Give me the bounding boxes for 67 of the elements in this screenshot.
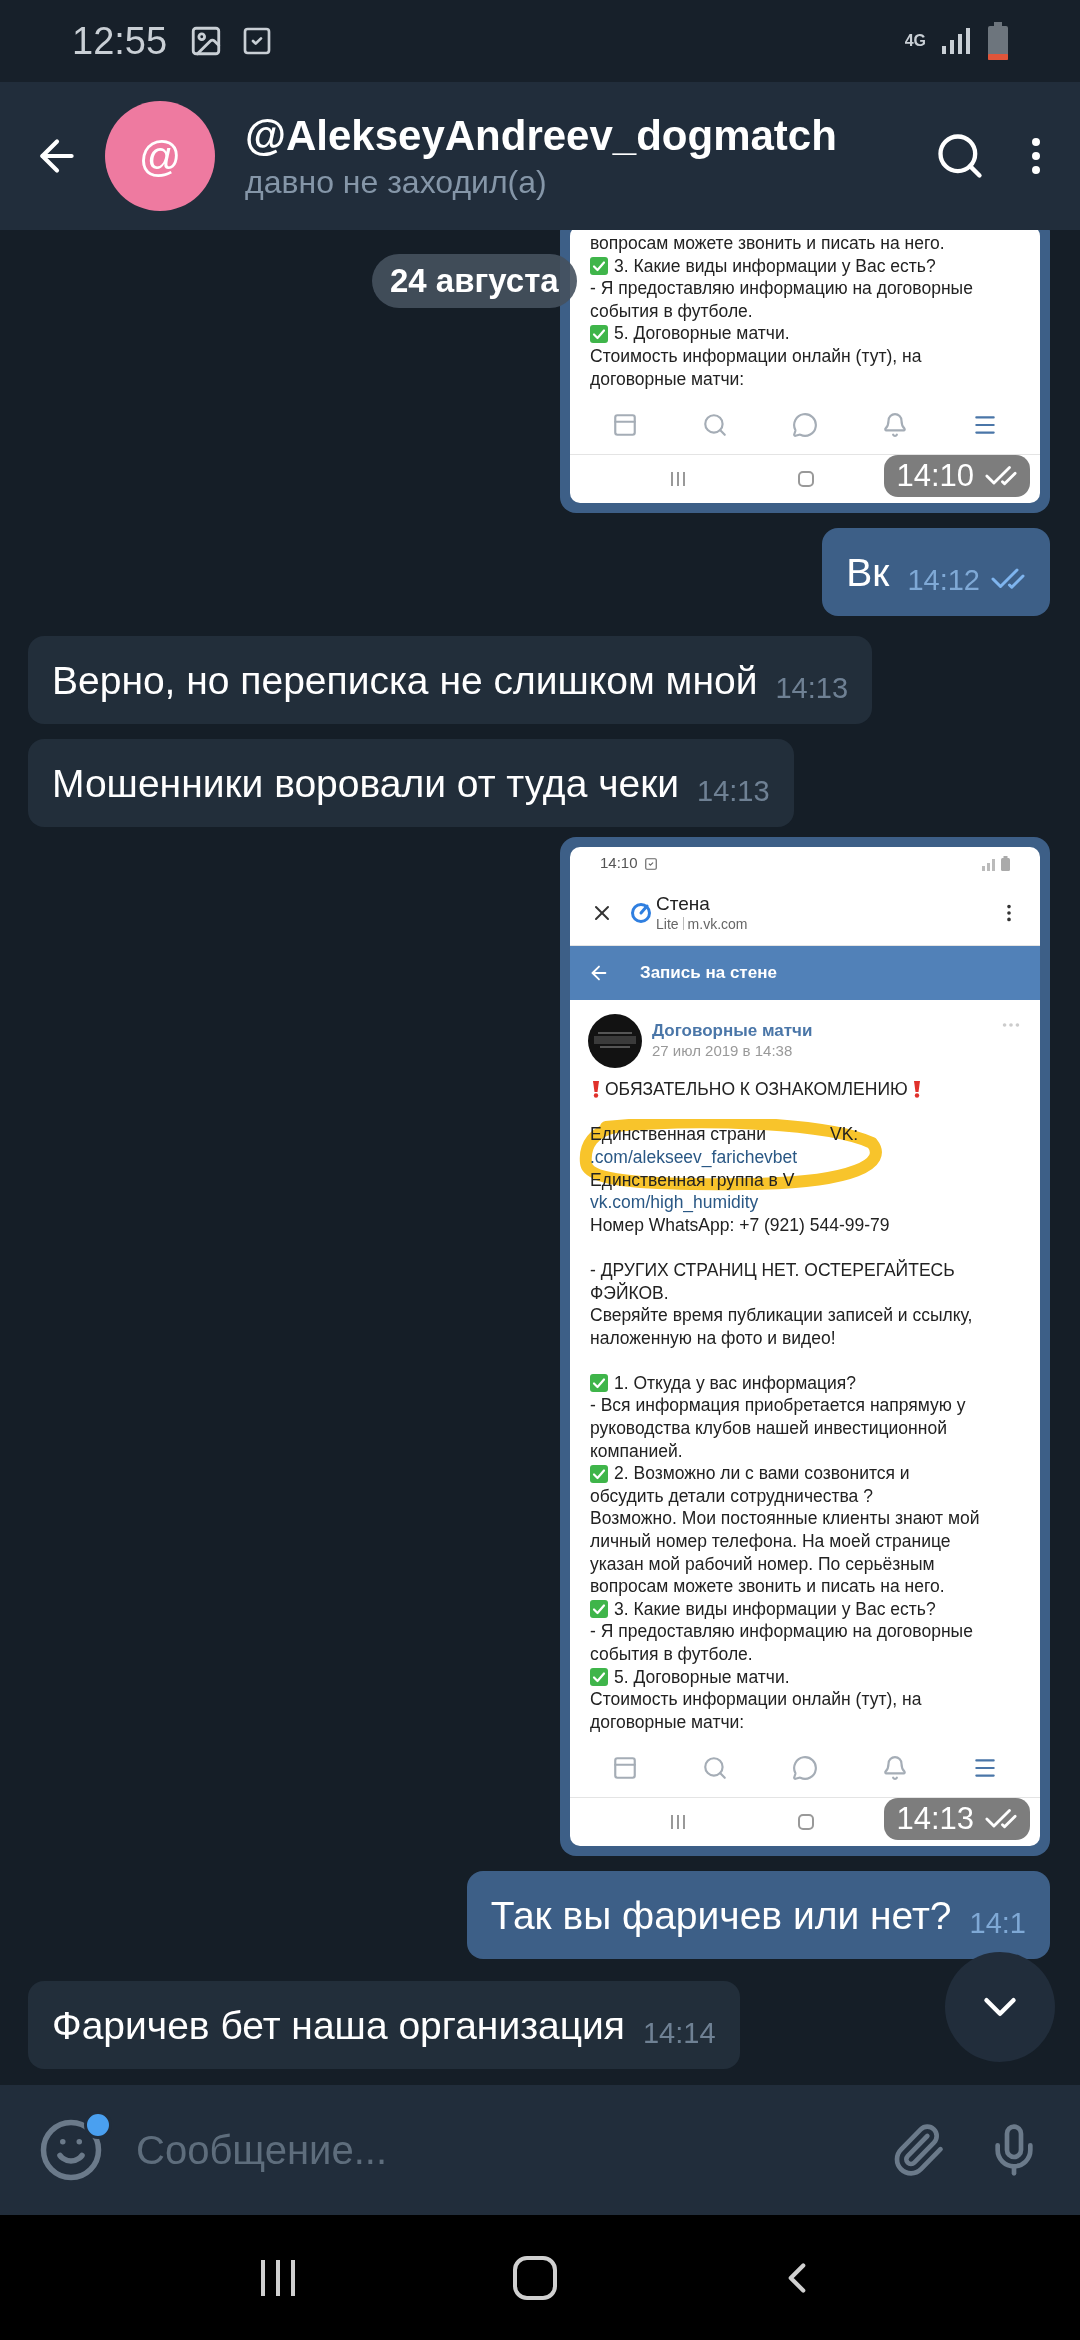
check-box-icon — [590, 324, 608, 343]
bell-icon[interactable] — [882, 1755, 908, 1782]
message-time: 14:13 — [697, 774, 770, 809]
post-text: 1. Откуда у вас информация? — [614, 1371, 857, 1395]
post-text: 3. Какие виды информации у Вас есть? — [614, 1597, 936, 1621]
message-time: 14:1 — [969, 1906, 1026, 1941]
message-text: Верно, но переписка не слишком мной — [52, 658, 758, 705]
post-text: Стоимость информации онлайн (тут), на договорные матчи: — [590, 1688, 923, 1734]
chat-title: @AlekseyAndreev_dogmatch — [245, 111, 837, 161]
post-text: - Я предоставляю информацию на договорные события в футболе. — [590, 277, 974, 323]
post-text: 5. Договорные матчи. — [614, 1665, 790, 1689]
post-text: - Я предоставляю информацию на договорные события в футболе. — [590, 1620, 974, 1666]
page-title: Стена — [656, 892, 711, 915]
message-time: 14:14 — [643, 2016, 716, 2051]
window-icon[interactable] — [612, 412, 638, 439]
status-time: 14:10 — [600, 853, 638, 874]
exclamation-icon — [912, 1080, 921, 1099]
post-text: - Вся информация приобретается напрямую у руководства клубов нашей инвестиционной компанией. — [590, 1394, 967, 1463]
post-text: обсудить детали сотрудничества ? — [590, 1484, 874, 1508]
post-heading: ОБЯЗАТЕЛЬНО К ОЗНАКОМЛЕНИЮ — [605, 1078, 908, 1101]
check-box-icon — [590, 1374, 608, 1393]
check-box-icon — [590, 1600, 608, 1619]
message-text: Так вы фаричев или нет? — [490, 1893, 952, 1940]
exclamation-icon — [592, 1080, 600, 1099]
signal-icon — [940, 26, 970, 56]
post-text: Возможно. Мои постоянные клиенты знают мой личный номер телефона. На моей странице указан мой рабочий номер. По серьёзным вопросам можете звонить и писать на него. — [590, 1507, 981, 1598]
post-text: 5. Договорные матчи. — [614, 322, 790, 345]
page-url: m.vk.com — [687, 914, 748, 933]
network-label: 4G — [904, 33, 926, 49]
check-box-icon — [590, 1667, 608, 1686]
emoji-icon[interactable] — [38, 2117, 104, 2183]
message-time: 14:12 — [907, 563, 980, 598]
status-time: 12:55 — [72, 18, 168, 64]
post-text: 2. Возможно ли с вами созвонится и — [614, 1462, 910, 1485]
post-text: VK: — [830, 1123, 859, 1146]
message-time: 14:13 — [896, 1800, 974, 1839]
bell-icon[interactable] — [882, 412, 908, 439]
post-text: Сверяйте время публикации записей и ссылку, наложенную на фото и видео! — [590, 1304, 974, 1350]
chat-bubble-icon[interactable] — [792, 412, 818, 439]
window-icon[interactable] — [612, 1755, 638, 1782]
message-text: Вк — [846, 550, 890, 597]
post-date: 27 июл 2019 в 14:38 — [652, 1041, 794, 1062]
signal-icon — [981, 856, 997, 871]
post-text: 3. Какие виды информации у Вас есть? — [614, 254, 936, 278]
battery-icon — [1001, 856, 1010, 872]
chat-status: давно не заходил(а) — [245, 163, 548, 202]
message-time: 14:10 — [896, 456, 974, 495]
post-text: вопросам можете звонить и писать на него. — [590, 232, 946, 255]
bar-title: Запись на стене — [640, 962, 777, 985]
chat-bubble-icon[interactable] — [792, 1755, 818, 1782]
message-text: Фаричев бет наша организация — [52, 2003, 625, 2050]
check-box-icon — [590, 256, 608, 275]
post-text: Стоимость информации онлайн (тут), на договорные матчи: — [590, 344, 923, 391]
page-label: Lite — [656, 914, 679, 933]
post-author[interactable]: Договорные матчи — [652, 1021, 813, 1042]
check-box-icon — [590, 1464, 608, 1483]
compass-icon — [630, 901, 652, 924]
post-text: - ДРУГИХ СТРАНИЦ НЕТ. ОСТЕРЕГАЙТЕСЬ ФЭЙКОВ. — [590, 1258, 956, 1305]
home-icon[interactable] — [513, 2255, 557, 2300]
avatar-letter: @ — [138, 131, 182, 182]
date-badge: 24 августа — [372, 254, 577, 308]
post-text: Номер WhatsApp: +7 (921) 544-99-79 — [590, 1213, 891, 1237]
message-time: 14:13 — [775, 671, 849, 706]
message-text: Мошенники воровали от туда чеки — [52, 761, 679, 808]
link[interactable]: vk.com/high_humidity — [590, 1191, 759, 1214]
notification-icon — [643, 856, 658, 871]
battery-icon — [988, 22, 1008, 60]
